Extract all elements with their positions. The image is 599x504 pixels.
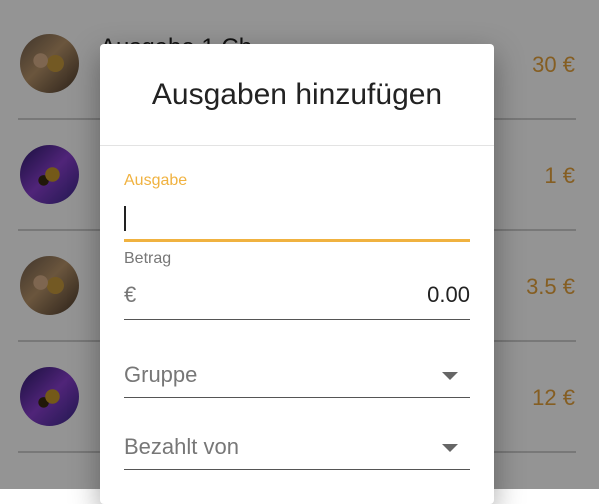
currency-symbol: €: [124, 282, 137, 307]
expense-input[interactable]: [124, 204, 470, 234]
expense-input-underline: [124, 239, 470, 242]
chevron-down-icon: [442, 372, 458, 380]
dialog-title: Ausgaben hinzufügen: [151, 78, 443, 111]
amount-input[interactable]: 0.00: [427, 282, 470, 308]
text-caret: [124, 206, 126, 231]
group-select-text: Gruppe: [124, 362, 198, 387]
group-select-underline: [124, 397, 470, 398]
amount-label: Betrag: [124, 250, 172, 267]
expense-label: Ausgabe: [124, 172, 188, 189]
paid-by-select-text: Bezahlt von: [124, 434, 239, 459]
paid-by-select-underline: [124, 469, 470, 470]
dialog-divider: [100, 145, 494, 146]
add-expense-dialog: Ausgaben hinzufügen Ausgabe Betrag € 0.0…: [100, 44, 494, 504]
chevron-down-icon: [442, 444, 458, 452]
amount-input-underline: [124, 319, 470, 320]
